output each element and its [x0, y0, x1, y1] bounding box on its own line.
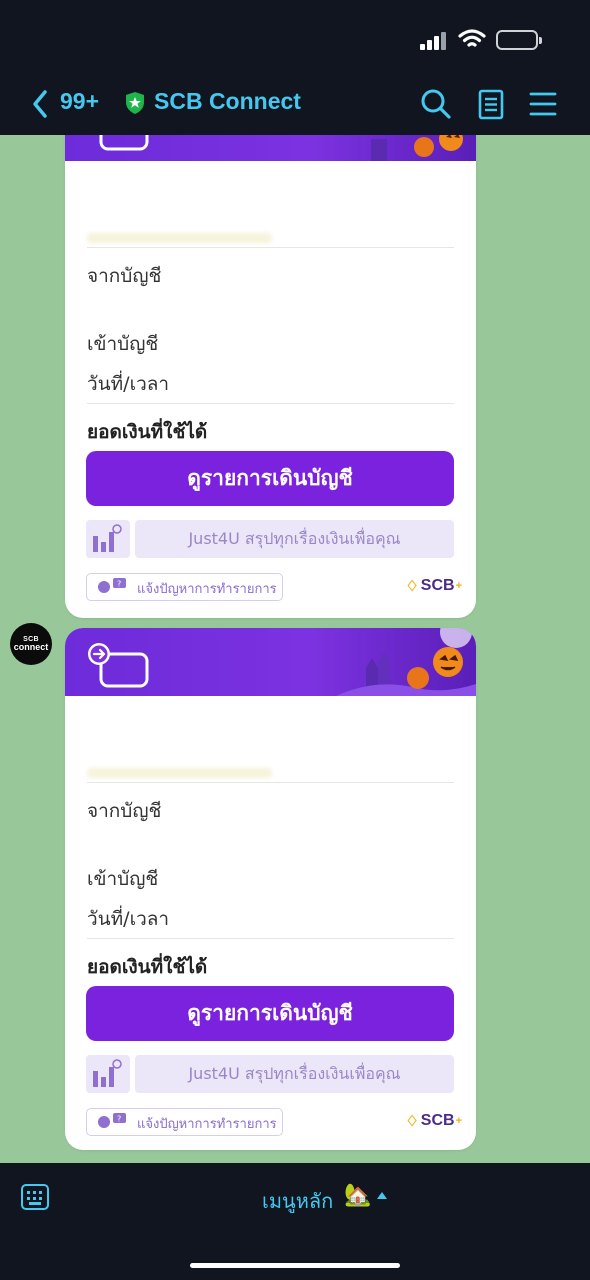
card-banner	[65, 628, 476, 696]
view-statement-button[interactable]: ดูรายการเดินบัญชี	[86, 451, 454, 506]
transaction-card: จากบัญชี เข้าบัญชี วันที่/เวลา ยอดเงินที…	[65, 135, 476, 618]
scb-logo: ♢ SCB +	[405, 577, 462, 595]
bottom-bar: เมนูหลัก 🏡	[0, 1163, 590, 1280]
datetime-label: วันที่/เวลา	[87, 373, 170, 395]
status-bar	[0, 0, 590, 75]
unread-count[interactable]: 99+	[60, 88, 99, 115]
chat-header: 99+ SCB Connect	[0, 75, 590, 135]
avatar[interactable]: SCB connect	[10, 623, 52, 665]
report-issue-label: แจ้งปัญหาการทำรายการ	[137, 582, 277, 597]
keyboard-icon[interactable]	[21, 1184, 49, 1210]
scb-bell-icon: ♢	[405, 578, 419, 595]
to-account-label: เข้าบัญชี	[87, 868, 159, 890]
chat-title: SCB Connect	[154, 88, 301, 114]
svg-text:?: ?	[117, 1115, 121, 1124]
from-account-label: จากบัญชี	[87, 800, 162, 822]
support-agent-icon: ?	[98, 1113, 126, 1128]
battery-icon	[496, 30, 542, 50]
back-chevron-icon[interactable]	[30, 89, 52, 119]
scb-logo: ♢ SCB +	[405, 1112, 462, 1130]
transaction-card: จากบัญชี เข้าบัญชี วันที่/เวลา ยอดเงินที…	[65, 628, 476, 1150]
report-issue-button[interactable]: ? แจ้งปัญหาการทำรายการ	[86, 573, 283, 601]
scb-bell-icon: ♢	[405, 1113, 419, 1130]
notes-icon[interactable]	[474, 87, 508, 121]
cellular-signal-icon	[420, 32, 448, 50]
halloween-banner-art	[371, 135, 463, 161]
from-account-label: จากบัญชี	[87, 265, 162, 287]
just4u-promo-banner[interactable]: Just4U สรุปทุกเรื่องเงินเพื่อคุณ	[135, 1055, 454, 1093]
wifi-icon	[458, 29, 486, 47]
wallet-arrow-icon	[88, 643, 149, 688]
halloween-banner-art	[336, 628, 476, 696]
chart-bulb-icon	[86, 520, 130, 558]
search-icon[interactable]	[419, 87, 453, 121]
chart-bulb-icon	[86, 1055, 130, 1093]
view-statement-button[interactable]: ดูรายการเดินบัญชี	[86, 986, 454, 1041]
svg-text:?: ?	[117, 580, 121, 589]
wallet-icon	[99, 135, 149, 151]
card-banner	[65, 135, 476, 161]
to-account-label: เข้าบัญชี	[87, 333, 159, 355]
verified-shield-icon	[126, 92, 144, 114]
available-balance-label: ยอดเงินที่ใช้ได้	[87, 956, 208, 978]
caret-up-icon[interactable]	[377, 1192, 387, 1199]
support-agent-icon: ?	[98, 578, 126, 593]
datetime-label: วันที่/เวลา	[87, 908, 170, 930]
menu-hamburger-icon[interactable]	[526, 87, 560, 121]
house-icon: 🏡	[344, 1183, 372, 1208]
report-issue-label: แจ้งปัญหาการทำรายการ	[137, 1117, 277, 1132]
chat-message-area[interactable]: จากบัญชี เข้าบัญชี วันที่/เวลา ยอดเงินที…	[0, 135, 590, 1163]
available-balance-label: ยอดเงินที่ใช้ได้	[87, 421, 208, 443]
report-issue-button[interactable]: ? แจ้งปัญหาการทำรายการ	[86, 1108, 283, 1136]
just4u-promo-banner[interactable]: Just4U สรุปทุกเรื่องเงินเพื่อคุณ	[135, 520, 454, 558]
home-indicator	[190, 1263, 400, 1268]
main-menu-toggle[interactable]: เมนูหลัก	[262, 1185, 333, 1217]
